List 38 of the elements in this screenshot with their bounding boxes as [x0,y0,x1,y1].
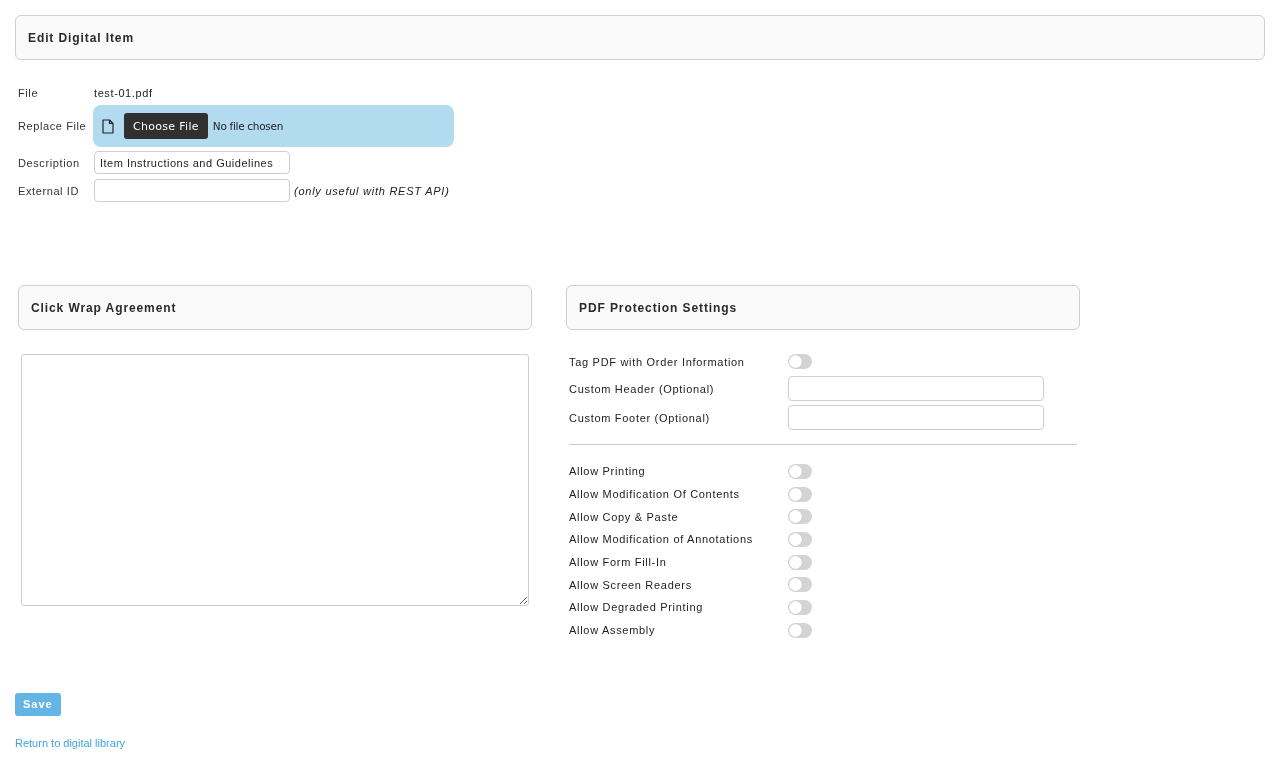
toggle-switch[interactable] [788,577,812,593]
toggle-switch[interactable] [788,354,812,369]
file-status-text: No file chosen [212,120,283,132]
setting-label: Allow Modification Of Contents [569,488,741,501]
field-hint: (only useful with REST API) [294,184,450,197]
toggle-switch[interactable] [788,486,812,502]
setting-label: Allow Modification of Annotations [569,533,754,546]
panel-title: Edit Digital Item [28,30,134,45]
setting-label: Custom Header (Optional) [569,382,716,395]
choose-file-button[interactable]: Choose File [124,113,208,139]
setting-label: Allow Screen Readers [569,578,693,591]
toggle-switch[interactable] [788,622,812,638]
file-upload-area[interactable]: Choose File No file chosen [93,105,454,147]
setting-label: Allow Degraded Printing [569,601,705,614]
text-input-field[interactable] [94,179,290,202]
setting-label: Allow Copy & Paste [569,510,680,523]
toggle-switch[interactable] [788,509,812,525]
toggle-switch[interactable] [788,531,812,547]
file-name: test-01.pdf [94,87,153,99]
field-label: External ID [18,184,80,197]
agreement-text-area[interactable] [21,354,529,606]
field-label: Replace File [18,120,88,132]
toggle-switch[interactable] [788,599,812,615]
panel-title: Click Wrap Agreement [31,300,177,315]
text-input-field[interactable]: Item Instructions and Guidelines [94,151,290,174]
setting-label: Allow Printing [569,465,647,478]
toggle-switch[interactable] [788,554,812,570]
setting-label: Custom Footer (Optional) [569,411,711,424]
field-label: File [18,87,40,99]
field-label: Description [18,156,81,169]
text-input-field[interactable] [788,405,1044,430]
setting-label: Tag PDF with Order Information [569,355,746,368]
setting-label: Allow Form Fill-In [569,556,668,569]
toggle-switch[interactable] [788,463,812,479]
panel-title: PDF Protection Settings [579,300,738,315]
document-icon [102,118,114,134]
text-input-field[interactable] [788,376,1044,401]
setting-label: Allow Assembly [569,624,657,637]
